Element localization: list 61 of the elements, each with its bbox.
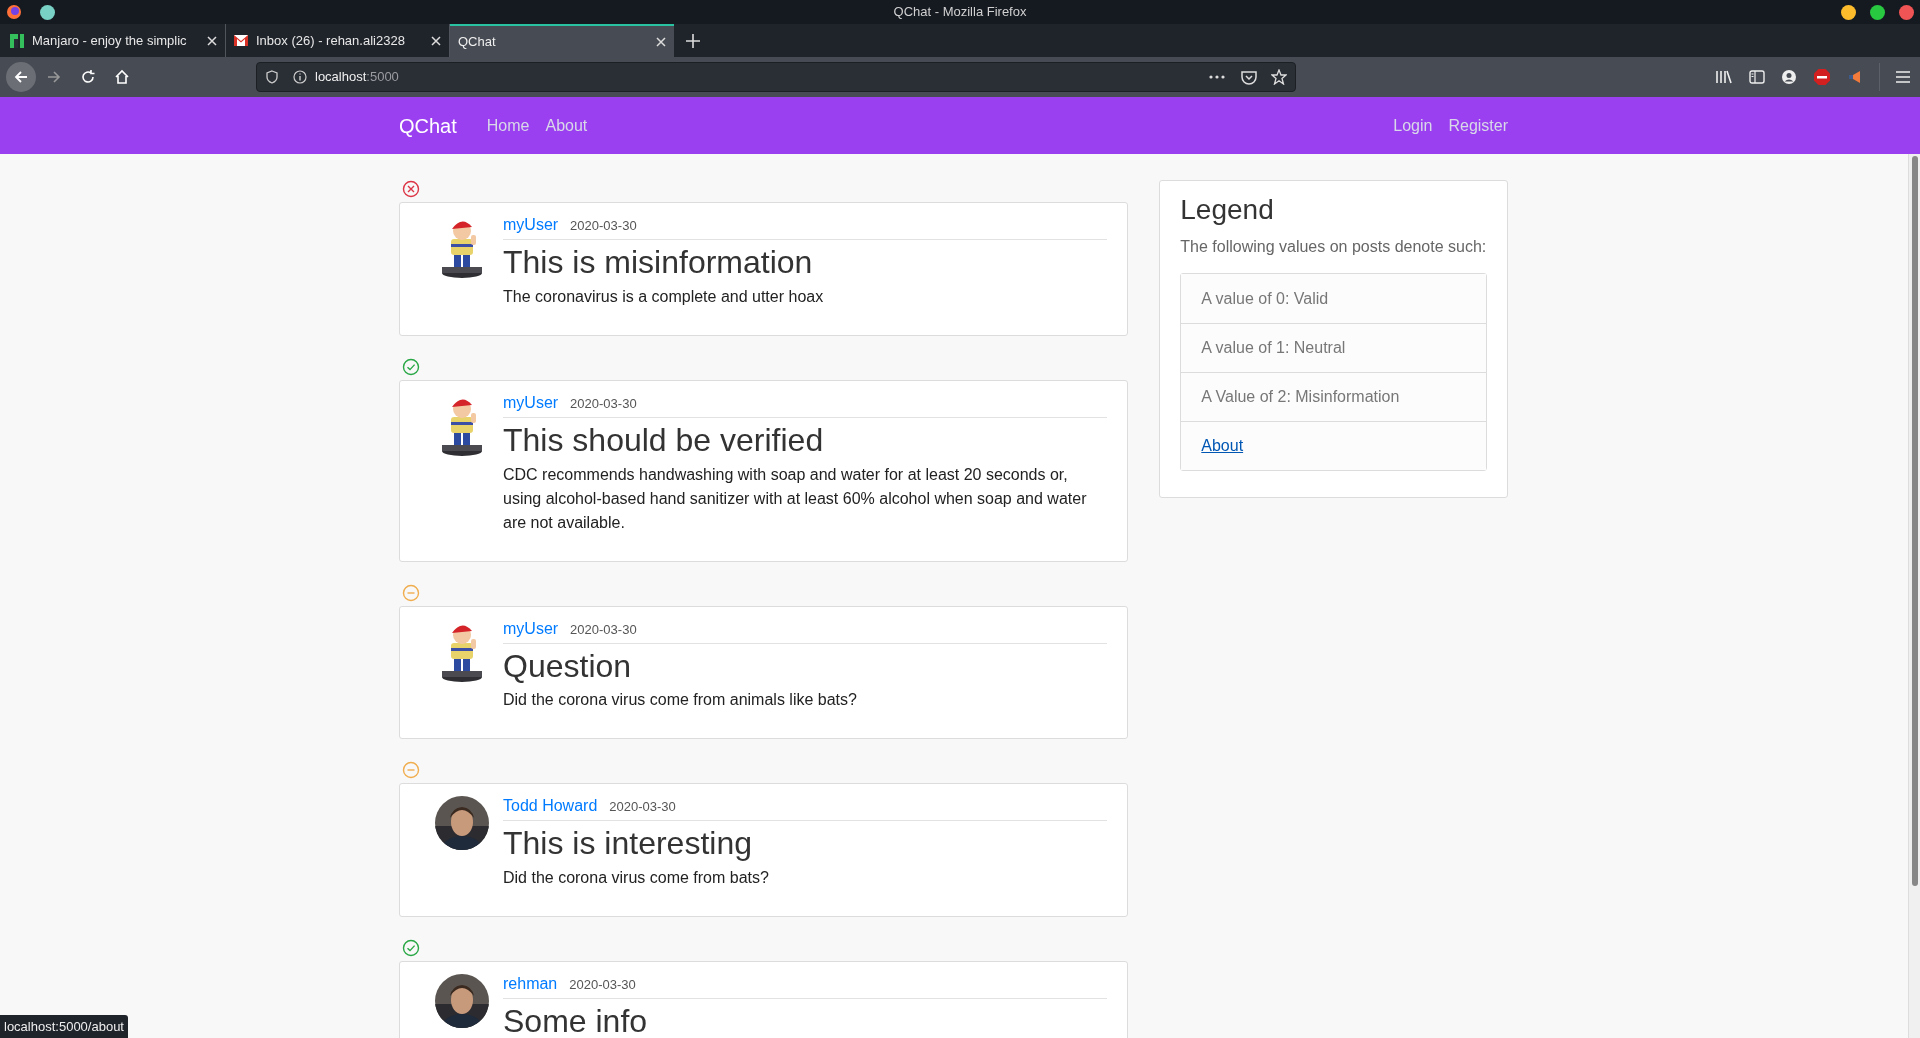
post-title: This is interesting: [503, 825, 753, 863]
more-icon[interactable]: [1209, 75, 1225, 79]
close-icon[interactable]: [656, 36, 666, 47]
legend-text: A value of 1: Neutral: [1201, 338, 1346, 358]
post-body: The coronavirus is a complete and utter hoax: [503, 286, 825, 307]
forward-icon[interactable]: [46, 69, 62, 85]
megaphone-icon[interactable]: [1847, 69, 1863, 85]
post-date: 2020-03-30: [569, 976, 636, 995]
window-title: QChat - Mozilla Firefox: [893, 3, 1027, 22]
adblock-icon[interactable]: [1813, 68, 1831, 86]
close-icon[interactable]: [207, 35, 217, 46]
reload-icon[interactable]: [80, 69, 96, 85]
sidebar-icon[interactable]: [1749, 70, 1765, 84]
legend-title: Legend: [1180, 193, 1275, 227]
author-link[interactable]: rehman: [503, 972, 558, 997]
legend-subtitle: The following values on posts denote such:: [1180, 237, 1487, 257]
nav-link[interactable]: About: [545, 113, 588, 138]
nav-link[interactable]: Home: [486, 113, 530, 138]
close-button[interactable]: [1899, 4, 1914, 20]
close-icon[interactable]: [431, 35, 441, 46]
scrollbar-thumb[interactable]: [1911, 156, 1918, 886]
post-body: Did the corona virus come from animals like bats?: [503, 690, 858, 711]
url-text: localhost:5000: [315, 68, 399, 87]
post-body: CDC recommends handwashing with soap and water for at least 20 seconds or, using alcohol-based hand sanitizer with at least 60% alcohol when soap and water are not available.: [503, 464, 1088, 533]
minimize-button[interactable]: [1841, 4, 1856, 20]
mail-icon: [234, 35, 248, 46]
author-link[interactable]: myUser: [503, 390, 559, 415]
post-date: 2020-03-30: [609, 798, 676, 817]
tab-icon: [10, 33, 24, 48]
post-date: 2020-03-30: [570, 620, 637, 639]
shield-icon: [265, 70, 279, 84]
info-icon: [293, 70, 307, 84]
post-date: 2020-03-30: [570, 217, 637, 235]
pocket-icon[interactable]: [1241, 69, 1257, 85]
brand-link[interactable]: QChat: [399, 110, 457, 141]
nav-link[interactable]: Login: [1393, 113, 1433, 138]
author-link[interactable]: myUser: [503, 213, 559, 237]
post-title: Question: [503, 647, 633, 685]
post-body: Did the corona virus come from bats?: [503, 868, 770, 889]
account-icon[interactable]: [1781, 69, 1797, 85]
post-title: This is misinformation: [503, 244, 814, 281]
post-title: Some info: [503, 1003, 649, 1038]
new-tab-icon[interactable]: [686, 33, 700, 48]
maximize-button[interactable]: [1870, 4, 1885, 20]
post-title: This should be verified: [503, 421, 825, 459]
about-link[interactable]: About: [1201, 434, 1244, 458]
back-icon: [13, 69, 29, 85]
star-icon[interactable]: [1271, 69, 1287, 85]
back-button[interactable]: [6, 62, 36, 92]
nav-link[interactable]: Register: [1448, 113, 1508, 138]
library-icon[interactable]: [1715, 70, 1733, 84]
post-date: 2020-03-30: [570, 394, 637, 413]
legend-text: A value of 0: Valid: [1201, 288, 1329, 309]
browser-tab[interactable]: QChat: [450, 24, 674, 57]
status-url: localhost:5000/about: [0, 1014, 128, 1038]
author-link[interactable]: Todd Howard: [503, 794, 598, 819]
legend-text: A Value of 2: Misinformation: [1201, 387, 1400, 407]
author-link[interactable]: myUser: [503, 616, 559, 641]
home-icon[interactable]: [114, 69, 130, 85]
address-bar[interactable]: localhost:5000: [256, 62, 1296, 92]
menu-icon[interactable]: [1896, 71, 1910, 83]
